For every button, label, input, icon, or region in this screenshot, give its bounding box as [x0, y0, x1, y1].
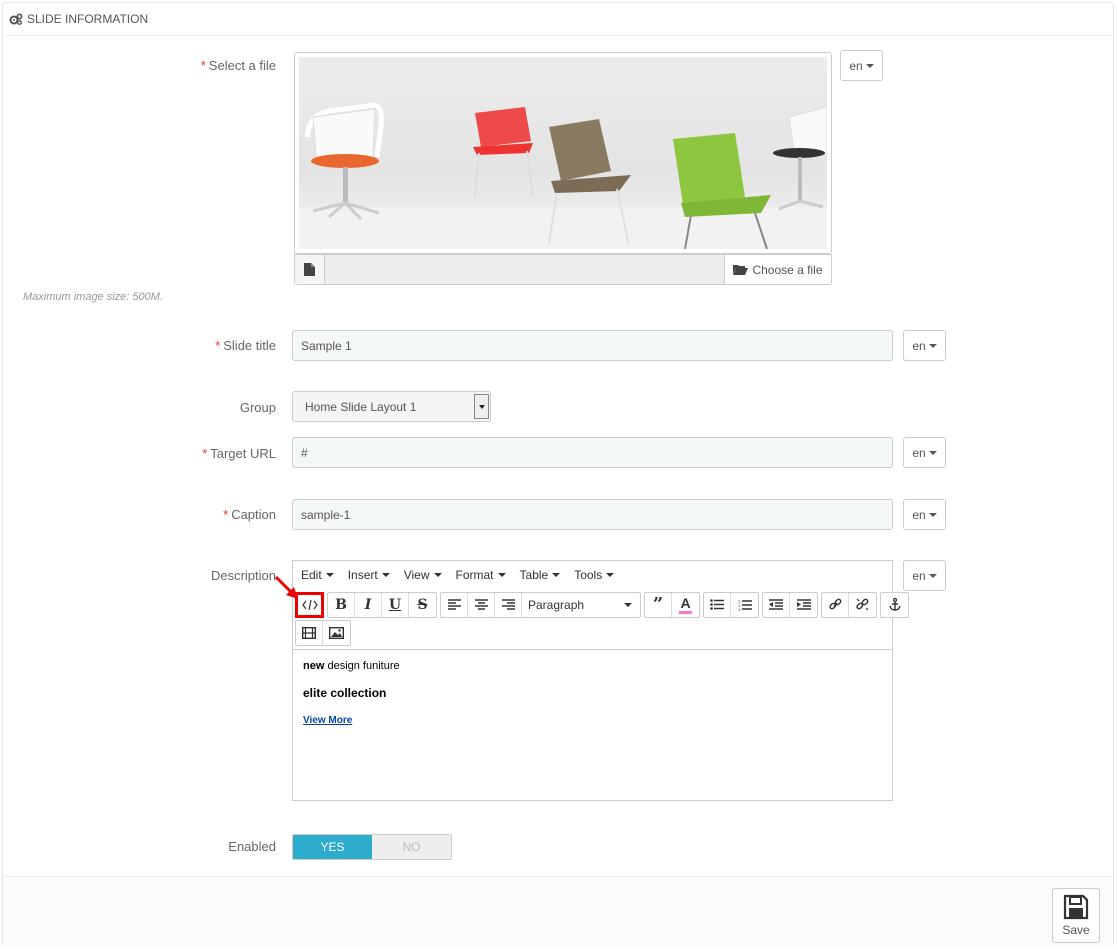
file-name-field[interactable] [325, 255, 724, 284]
content-line-1: new design funiture [303, 660, 400, 672]
align-center-icon[interactable] [468, 592, 495, 617]
blockquote-icon[interactable]: ” [645, 592, 672, 617]
menu-format[interactable]: Format [456, 568, 506, 582]
choose-file-button[interactable]: Choose a file [724, 255, 831, 284]
enabled-label: Enabled [228, 839, 276, 854]
slide-title-input[interactable]: Sample 1 [292, 330, 893, 361]
gears-icon [9, 13, 23, 25]
view-more-link[interactable]: View More [303, 715, 352, 726]
caption-label: * Caption [223, 507, 276, 522]
target-url-input[interactable]: # [292, 437, 893, 468]
anchor-icon[interactable] [881, 593, 908, 617]
file-upload-row: Choose a file [294, 254, 832, 285]
align-right-icon[interactable] [495, 592, 522, 617]
menu-tools[interactable]: Tools [574, 568, 615, 582]
menu-view[interactable]: View [404, 568, 442, 582]
image-icon[interactable] [323, 621, 350, 645]
link-icon[interactable] [822, 592, 849, 617]
panel-title: SLIDE INFORMATION [27, 12, 149, 26]
unlink-icon[interactable] [849, 593, 876, 617]
slide-title-label: * Slide title [215, 338, 276, 353]
image-preview [294, 52, 832, 254]
svg-text:3: 3 [738, 607, 741, 611]
select-file-label: * Select a file [200, 58, 276, 73]
save-icon [1063, 894, 1089, 920]
target-url-label: * Target URL [202, 446, 276, 461]
enabled-toggle[interactable]: YES NO [292, 834, 452, 860]
numbered-list-icon[interactable]: 123 [731, 593, 758, 617]
editor-menubar: Edit Insert View Format Table Tools [293, 561, 892, 589]
max-size-hint: Maximum image size: 500M. [23, 291, 163, 303]
bullet-list-icon[interactable] [704, 592, 731, 617]
underline-icon[interactable]: U [382, 592, 409, 617]
group-select[interactable]: Home Slide Layout 1 [292, 391, 491, 422]
editor-toolbar: B I U S Paragraph ” A 123 [295, 591, 909, 647]
panel-heading: SLIDE INFORMATION [3, 3, 1113, 36]
strikethrough-icon[interactable]: S [409, 593, 436, 617]
rich-text-editor: Edit Insert View Format Table Tools B I … [292, 560, 909, 801]
menu-edit[interactable]: Edit [301, 568, 334, 582]
file-icon [295, 255, 325, 284]
group-label: Group [239, 400, 276, 415]
choose-file-label: Choose a file [752, 262, 823, 277]
bold-icon[interactable]: B [328, 592, 355, 617]
description-lang-dropdown[interactable]: en [903, 560, 946, 591]
indent-icon[interactable] [790, 593, 817, 617]
description-label: Description [210, 568, 276, 583]
red-arrow-annotation [274, 575, 298, 599]
caption-input[interactable]: sample-1 [292, 499, 893, 530]
file-lang-dropdown[interactable]: en [840, 50, 883, 81]
folder-open-icon [733, 265, 749, 275]
block-format-select[interactable]: Paragraph [522, 593, 640, 617]
text-color-icon[interactable]: A [672, 593, 699, 617]
menu-table[interactable]: Table [520, 568, 561, 582]
italic-icon[interactable]: I [355, 592, 382, 617]
panel-footer: Save [3, 876, 1113, 947]
content-line-2: elite collection [303, 686, 387, 700]
outdent-icon[interactable] [763, 592, 790, 617]
slide-information-panel: SLIDE INFORMATION * Select a file Choose… [2, 2, 1114, 947]
media-icon[interactable] [296, 620, 323, 645]
slide-title-lang-dropdown[interactable]: en [903, 330, 946, 361]
save-label: Save [1062, 923, 1090, 937]
chairs-image [299, 102, 827, 249]
menu-insert[interactable]: Insert [348, 568, 390, 582]
enabled-no-option[interactable]: NO [372, 835, 451, 859]
align-left-icon[interactable] [441, 592, 468, 617]
chevron-down-icon [474, 394, 489, 419]
save-button[interactable]: Save [1052, 888, 1100, 943]
caption-lang-dropdown[interactable]: en [903, 499, 946, 530]
enabled-yes-option[interactable]: YES [293, 835, 372, 859]
editor-content[interactable]: new design funiture elite collection Vie… [293, 649, 892, 800]
target-url-lang-dropdown[interactable]: en [903, 437, 946, 468]
